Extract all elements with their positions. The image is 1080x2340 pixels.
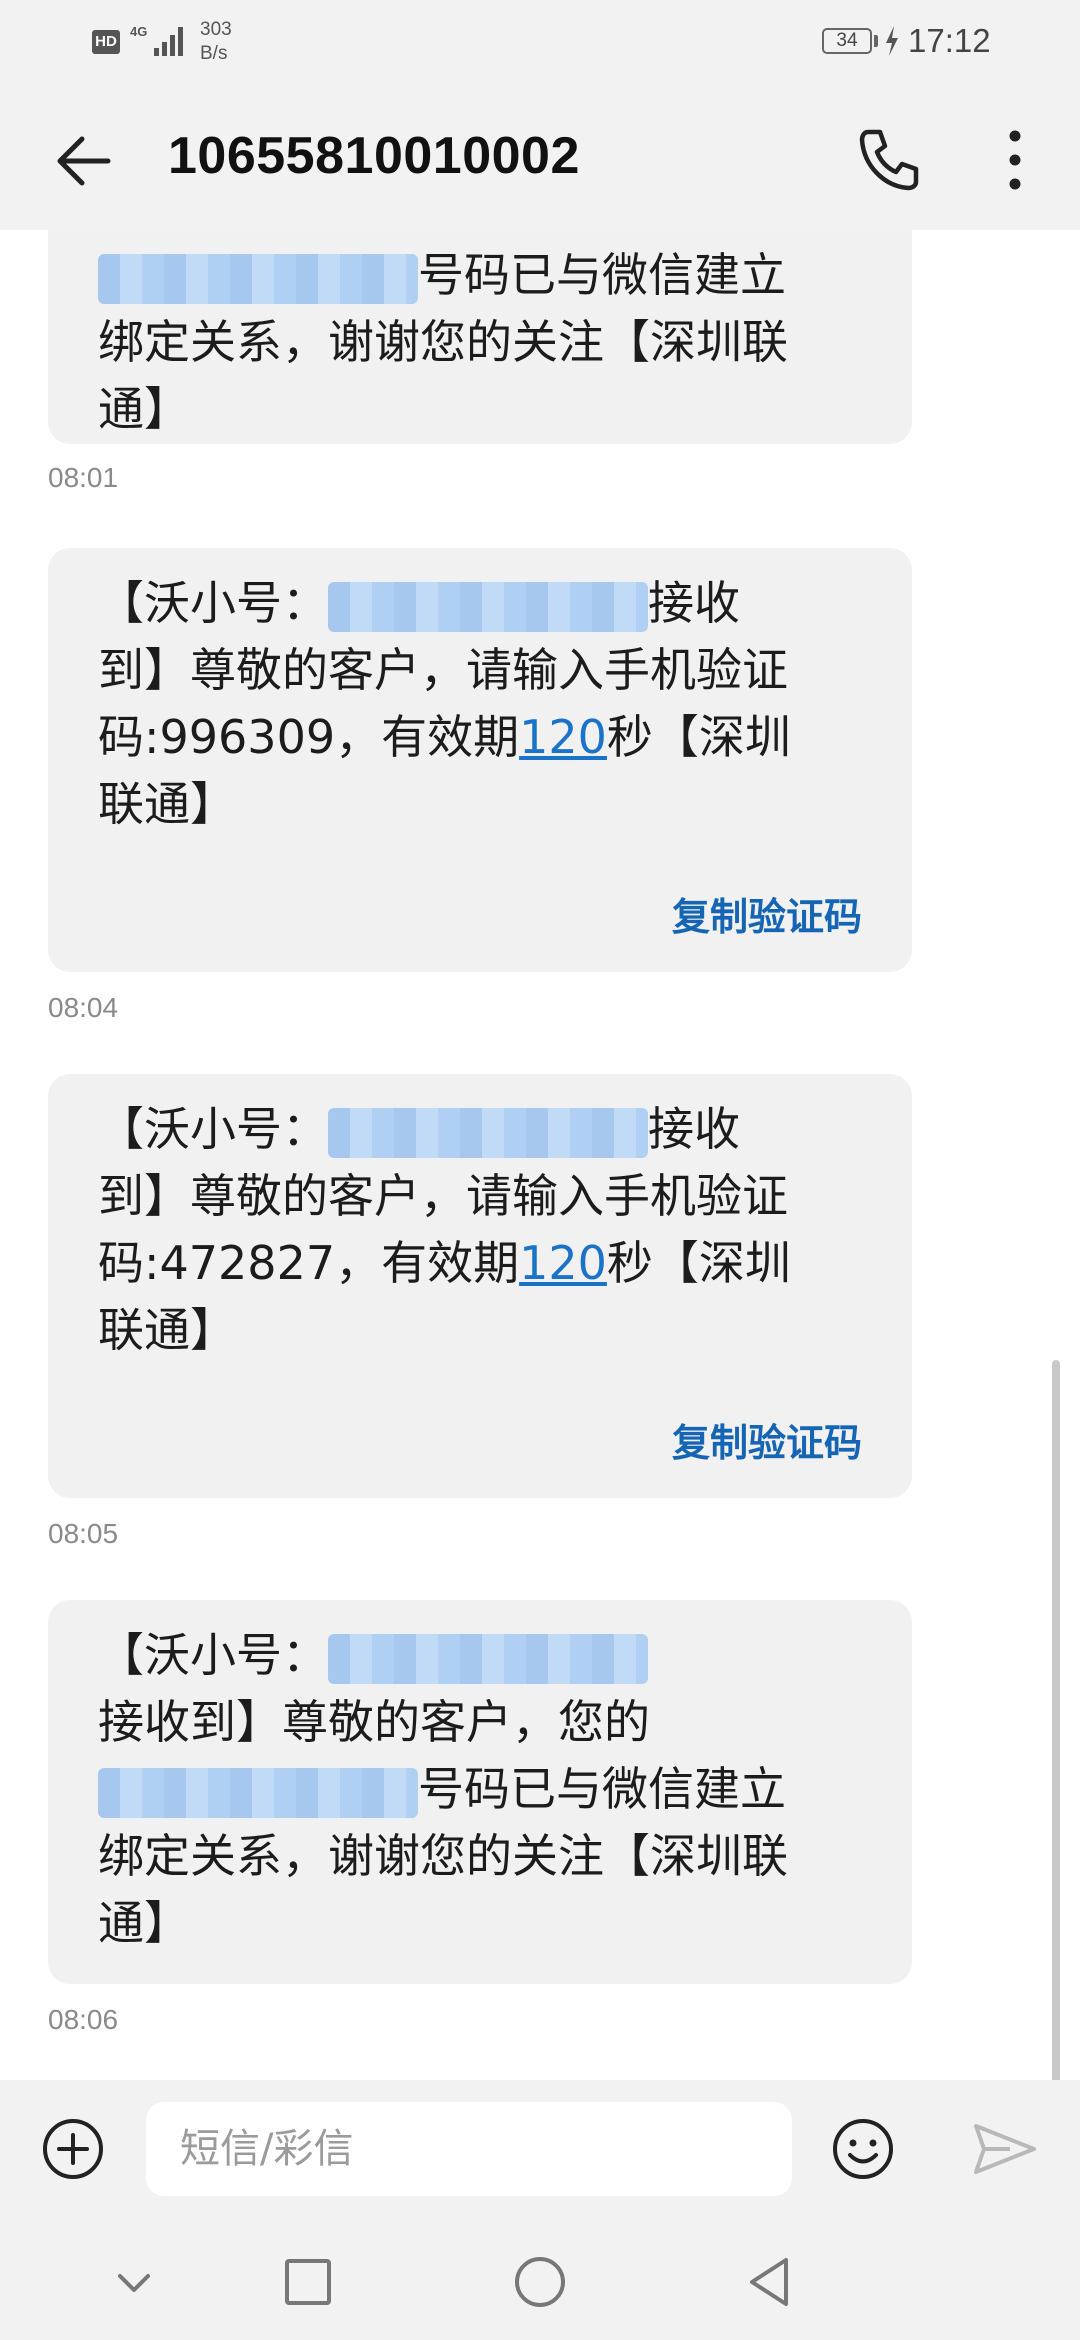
contact-number: 10655810010002 <box>168 127 580 185</box>
message-text: 【沃小号： 接收 到】尊敬的客户，请输入手机验证 码:996309，有效期120秒… <box>98 576 791 831</box>
conversation-header: 10655810010002 <box>0 90 1080 230</box>
redacted-number <box>98 253 418 304</box>
message-time: 08:01 <box>48 462 119 493</box>
message-list[interactable]: 号码已与微信建立 绑定关系，谢谢您的关注【深圳联 通】 08:01 【沃小号：接… <box>0 230 1080 2080</box>
duration-link[interactable]: 120 <box>519 710 607 764</box>
message-bubble[interactable]: 【沃小号： 接收到】尊敬的客户，您的 号码已与微信建立 绑定关系，谢谢您的关注【… <box>48 1600 912 1984</box>
duration-link[interactable]: 120 <box>519 1236 607 1290</box>
message-bubble[interactable]: 【沃小号： 接收 到】尊敬的客户，请输入手机验证 码:996309，有效期120秒… <box>48 548 912 972</box>
message-time: 08:04 <box>48 992 119 1023</box>
hd-badge: HD <box>92 30 120 54</box>
redacted-number <box>328 1633 648 1684</box>
message-text: 【沃小号： 接收 到】尊敬的客户，请输入手机验证 码:472827，有效期120秒… <box>98 1102 791 1357</box>
message-text: 【沃小号： 接收到】尊敬的客户，您的 号码已与微信建立 绑定关系，谢谢您的关注【… <box>98 1628 788 1950</box>
copy-code-button[interactable]: 复制验证码 <box>672 1412 862 1467</box>
speed-value: 303 <box>200 19 232 40</box>
network-type: 4G <box>130 24 147 39</box>
battery-level: 34 <box>822 28 872 54</box>
phone-icon[interactable] <box>850 122 926 198</box>
copy-code-button[interactable]: 复制验证码 <box>672 886 862 941</box>
status-bar: HD 4G 303 B/s 34 17:12 <box>0 0 1080 90</box>
signal-icon: 4G <box>130 24 183 56</box>
composer-bar <box>0 2080 1080 2220</box>
redacted-number <box>328 1107 648 1158</box>
message-bubble[interactable]: 【沃小号： 接收 到】尊敬的客户，请输入手机验证 码:472827，有效期120秒… <box>48 1074 912 1498</box>
chevron-down-icon[interactable] <box>104 2252 164 2312</box>
message-text: 号码已与微信建立 绑定关系，谢谢您的关注【深圳联 通】 <box>98 248 788 436</box>
emoji-icon[interactable] <box>830 2116 896 2182</box>
network-speed: 303 B/s <box>200 18 232 66</box>
status-time: 17:12 <box>908 22 991 59</box>
battery-icon <box>874 35 878 47</box>
redacted-number <box>328 581 648 632</box>
speed-unit: B/s <box>200 43 228 64</box>
redacted-number <box>98 1767 418 1818</box>
charging-icon <box>886 26 898 56</box>
message-input[interactable] <box>146 2102 792 2196</box>
system-nav-bar <box>0 2220 1080 2340</box>
message-time: 08:06 <box>48 2004 119 2035</box>
scrollbar[interactable] <box>1052 1360 1060 2080</box>
message-time: 08:05 <box>48 1518 119 1549</box>
send-icon[interactable] <box>970 2116 1040 2182</box>
message-bubble[interactable]: 号码已与微信建立 绑定关系，谢谢您的关注【深圳联 通】 <box>48 230 912 444</box>
more-vertical-icon[interactable] <box>990 122 1040 198</box>
arrow-left-icon[interactable] <box>48 125 120 197</box>
circle-icon[interactable] <box>510 2252 570 2312</box>
square-icon[interactable] <box>278 2252 338 2312</box>
plus-circle-icon[interactable] <box>40 2116 106 2182</box>
triangle-back-icon[interactable] <box>740 2252 800 2312</box>
